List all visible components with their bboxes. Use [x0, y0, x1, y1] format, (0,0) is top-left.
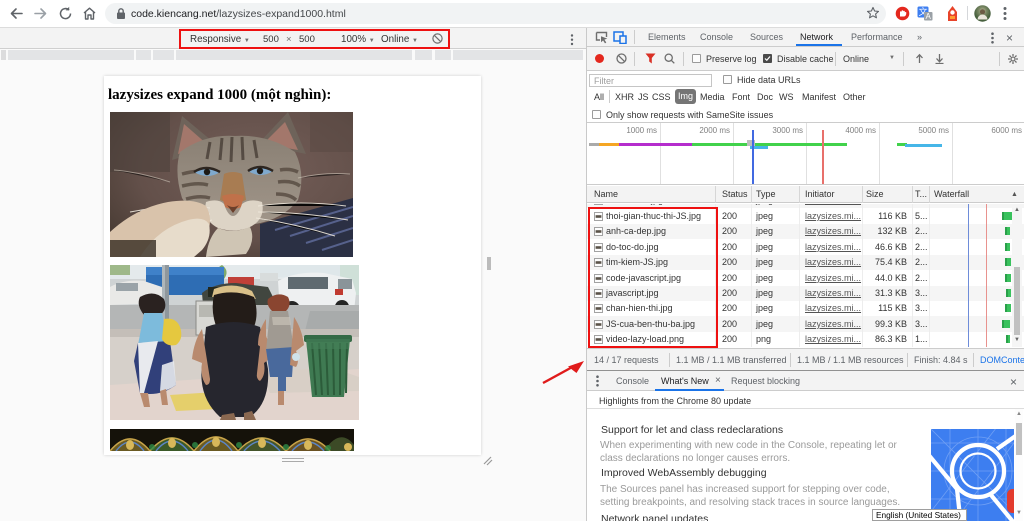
svg-text:A: A [926, 12, 932, 21]
